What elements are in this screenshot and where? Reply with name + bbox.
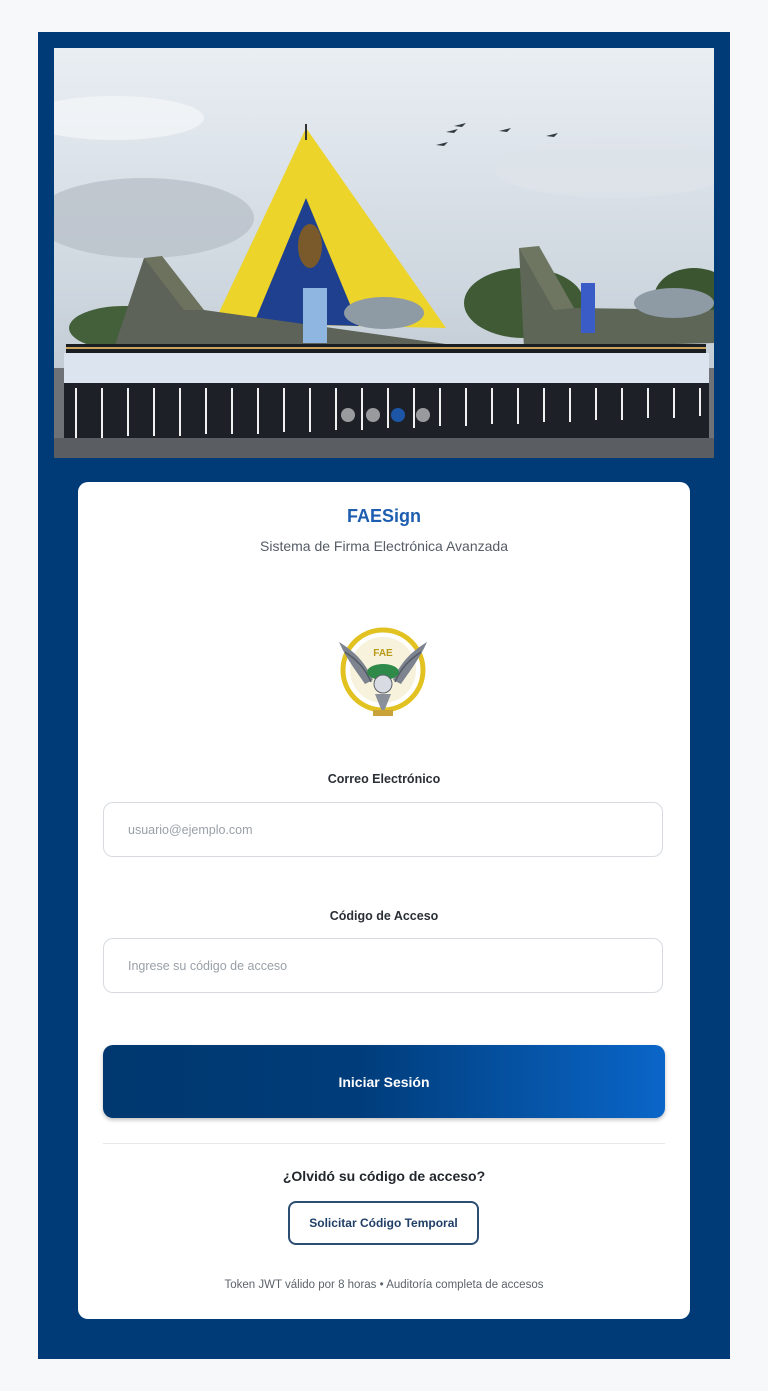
- hero-carousel[interactable]: [54, 48, 714, 458]
- app-title: FAESign: [346, 506, 421, 526]
- carousel-dot[interactable]: [341, 408, 355, 422]
- login-frame: FAESign Sistema de Firma Electrónica Ava…: [38, 32, 730, 1359]
- svg-text:FAE: FAE: [373, 648, 393, 659]
- request-temp-code-button[interactable]: Solicitar Código Temporal: [288, 1201, 479, 1245]
- login-card: FAESign Sistema de Firma Electrónica Ava…: [78, 482, 690, 1319]
- login-button[interactable]: Iniciar Sesión: [103, 1045, 665, 1118]
- email-label: Correo Electrónico: [327, 772, 441, 786]
- app-subtitle: Sistema de Firma Electrónica Avanzada: [260, 538, 508, 554]
- fae-emblem-logo: FAE: [339, 627, 427, 716]
- carousel-dot-active[interactable]: [391, 408, 405, 422]
- divider: [103, 1143, 665, 1144]
- hero-image: [54, 48, 714, 458]
- forgot-code-question: ¿Olvidó su código de acceso?: [282, 1168, 486, 1184]
- access-code-input[interactable]: [103, 938, 663, 993]
- email-input[interactable]: [103, 802, 663, 857]
- access-code-label: Código de Acceso: [329, 909, 439, 923]
- carousel-dot[interactable]: [366, 408, 380, 422]
- carousel-dot[interactable]: [416, 408, 430, 422]
- security-footnote: Token JWT válido por 8 horas • Auditoría…: [224, 1279, 544, 1291]
- carousel-dots: [341, 408, 430, 422]
